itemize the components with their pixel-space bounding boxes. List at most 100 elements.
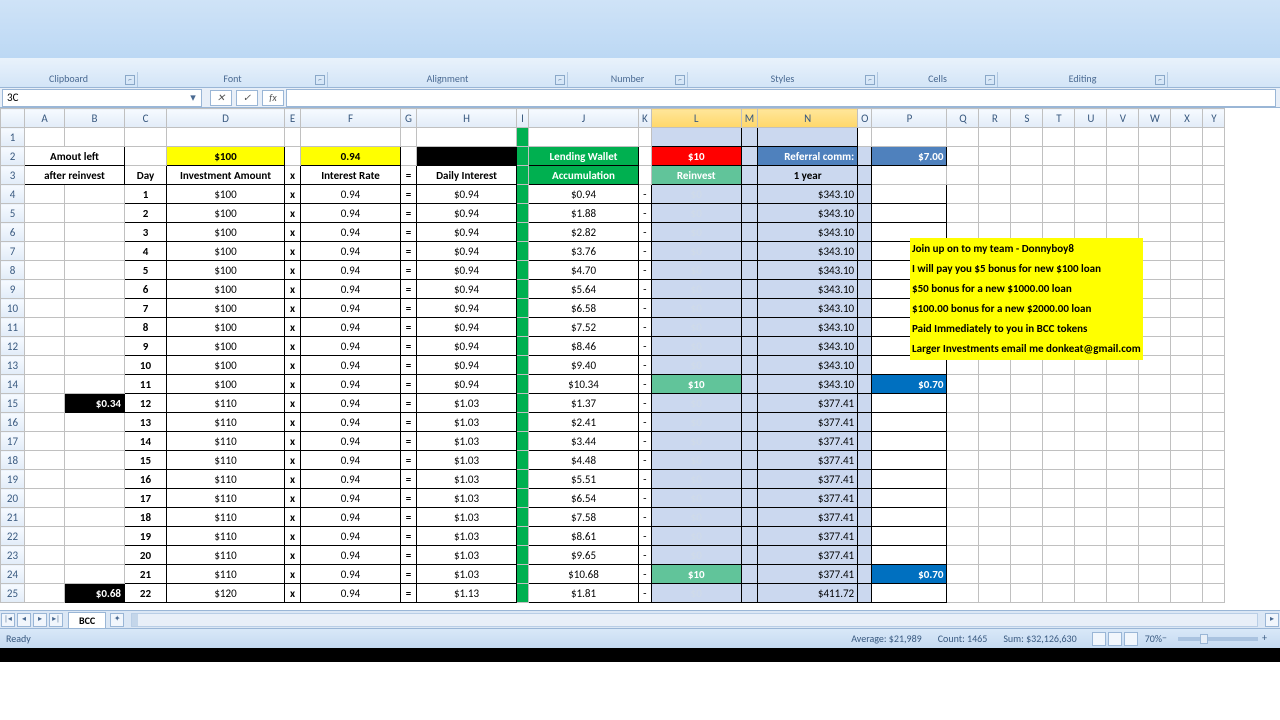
cell-R4[interactable] [979,185,1011,204]
cell-B10[interactable] [65,299,125,318]
cell-B24[interactable] [65,565,125,584]
cell-O4[interactable] [858,185,872,204]
cell-V22[interactable] [1107,527,1139,546]
cell-X18[interactable] [1171,451,1203,470]
cell-F25[interactable]: 0.94 [301,584,401,603]
cell-J2[interactable]: Lending Wallet [529,147,639,166]
cell-F3[interactable]: Interest Rate [301,166,401,185]
cell-V14[interactable] [1107,375,1139,394]
cell-K24[interactable]: - [639,565,652,584]
cell-J3[interactable]: Accumulation [529,166,639,185]
cell-L12[interactable]: $0 [651,337,741,356]
cell-T20[interactable] [1043,489,1075,508]
cell-R3[interactable] [979,166,1011,185]
cell-B12[interactable] [65,337,125,356]
cell-B22[interactable] [65,527,125,546]
cell-X21[interactable] [1171,508,1203,527]
cell-F7[interactable]: 0.94 [301,242,401,261]
cell-L20[interactable]: $0 [651,489,741,508]
cell-J4[interactable]: $0.94 [529,185,639,204]
row-header[interactable]: 16 [1,413,25,432]
cell-B21[interactable] [65,508,125,527]
cell-W10[interactable] [1139,299,1171,318]
cell-N7[interactable]: $343.10 [758,242,858,261]
cell-J1[interactable] [529,128,639,147]
cell-Y8[interactable] [1203,261,1225,280]
cell-O11[interactable] [858,318,872,337]
cell-U14[interactable] [1075,375,1107,394]
cell-B14[interactable] [65,375,125,394]
cell-Y2[interactable] [1203,147,1225,166]
cell-Y12[interactable] [1203,337,1225,356]
cell-V19[interactable] [1107,470,1139,489]
formula-bar[interactable] [286,89,1276,107]
cell-L15[interactable]: $0 [651,394,741,413]
cell-P1[interactable] [872,128,947,147]
cell-D2[interactable]: $100 [167,147,285,166]
cell-D24[interactable]: $110 [167,565,285,584]
cell-R2[interactable] [979,147,1011,166]
cell-P14[interactable]: $0.70 [872,375,947,394]
col-header-R[interactable]: R [979,109,1011,128]
cell-M22[interactable] [741,527,757,546]
cell-M6[interactable] [741,223,757,242]
cell-C13[interactable]: 10 [125,356,167,375]
cell-N9[interactable]: $343.10 [758,280,858,299]
cell-O22[interactable] [858,527,872,546]
cell-P18[interactable] [872,451,947,470]
cell-B15[interactable]: $0.34 [65,394,125,413]
row-header[interactable]: 25 [1,584,25,603]
cell-I2[interactable] [517,147,529,166]
cell-Y15[interactable] [1203,394,1225,413]
cell-O10[interactable] [858,299,872,318]
cell-E21[interactable]: x [285,508,301,527]
row-header[interactable]: 1 [1,128,25,147]
cell-E7[interactable]: x [285,242,301,261]
cell-E10[interactable]: x [285,299,301,318]
tab-first-button[interactable]: |◂ [1,613,15,627]
cell-E14[interactable]: x [285,375,301,394]
cell-Y11[interactable] [1203,318,1225,337]
cell-E24[interactable]: x [285,565,301,584]
cell-N19[interactable]: $377.41 [758,470,858,489]
cell-R18[interactable] [979,451,1011,470]
cell-O1[interactable] [858,128,872,147]
row-header[interactable]: 14 [1,375,25,394]
cell-H7[interactable]: $0.94 [417,242,517,261]
cell-L16[interactable]: $0 [651,413,741,432]
cell-L5[interactable]: $0 [651,204,741,223]
cell-P3[interactable] [872,166,947,185]
cell-F24[interactable]: 0.94 [301,565,401,584]
cell-Y1[interactable] [1203,128,1225,147]
cell-F2[interactable]: 0.94 [301,147,401,166]
cell-K5[interactable]: - [639,204,652,223]
cell-E12[interactable]: x [285,337,301,356]
row-header[interactable]: 7 [1,242,25,261]
zoom-thumb[interactable] [1200,634,1208,644]
cell-V16[interactable] [1107,413,1139,432]
cell-I16[interactable] [517,413,529,432]
cell-Y7[interactable] [1203,242,1225,261]
cell-M21[interactable] [741,508,757,527]
cell-K19[interactable]: - [639,470,652,489]
cell-K2[interactable] [639,147,652,166]
cell-J20[interactable]: $6.54 [529,489,639,508]
sheet-tab-active[interactable]: BCC [68,612,106,628]
cell-T21[interactable] [1043,508,1075,527]
cell-X5[interactable] [1171,204,1203,223]
cell-V17[interactable] [1107,432,1139,451]
cell-N14[interactable]: $343.10 [758,375,858,394]
cell-I20[interactable] [517,489,529,508]
cell-D23[interactable]: $110 [167,546,285,565]
view-normal-button[interactable] [1092,632,1106,646]
cell-F13[interactable]: 0.94 [301,356,401,375]
cell-L3[interactable]: Reinvest [651,166,741,185]
cell-X6[interactable] [1171,223,1203,242]
cell-P22[interactable] [872,527,947,546]
cell-U16[interactable] [1075,413,1107,432]
cell-I11[interactable] [517,318,529,337]
cell-P4[interactable] [872,185,947,204]
cell-T5[interactable] [1043,204,1075,223]
cell-V3[interactable] [1107,166,1139,185]
cell-N3[interactable]: 1 year [758,166,858,185]
